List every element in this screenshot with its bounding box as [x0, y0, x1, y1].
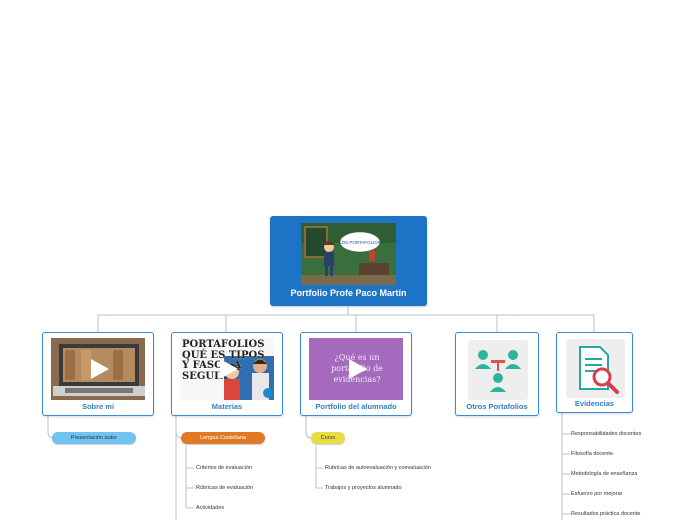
- node-sobre-mi-title: Sobre mi: [81, 402, 115, 411]
- node-portfolio-alumnado[interactable]: ¿Qué es un portafolio de evidencias? Por…: [300, 332, 412, 416]
- leaf-esfuerzo[interactable]: Esfuerzo por mejorar: [571, 491, 622, 497]
- leaf-actividades[interactable]: Actividades: [196, 505, 224, 511]
- sobre-mi-video-thumb[interactable]: [51, 338, 145, 400]
- leaf-responsabilidades[interactable]: Responsabilidades docentes: [571, 431, 641, 437]
- pill-presentacion-autor[interactable]: Presentación autor: [52, 432, 136, 444]
- node-evidencias-title: Evidencias: [574, 399, 615, 408]
- document-search-icon: [566, 339, 625, 398]
- portfolio-video-thumb[interactable]: ¿Qué es un portafolio de evidencias?: [309, 338, 403, 400]
- play-icon[interactable]: [349, 359, 367, 379]
- materias-video-thumb[interactable]: PORTAFOLIOS QUÉ ES TIPOS Y FASOS A SEGUI…: [180, 338, 274, 400]
- leaf-metodologia[interactable]: Metodología de enseñanza: [571, 471, 637, 477]
- mindmap-canvas: LOS PORTAFOLIOS Portfolio Profe Paco Mar…: [0, 0, 696, 520]
- pill-lengua-castellana[interactable]: Lengua Castellana: [181, 432, 265, 444]
- leaf-trabajos-proyectos[interactable]: Trabajos y proyectos alumnado: [325, 485, 402, 491]
- root-title: Portfolio Profe Paco Martín: [290, 288, 407, 298]
- leaf-filosofia[interactable]: Filosofía docente: [571, 451, 613, 457]
- node-evidencias[interactable]: Evidencias: [556, 332, 633, 413]
- node-materias[interactable]: PORTAFOLIOS QUÉ ES TIPOS Y FASOS A SEGUI…: [171, 332, 283, 416]
- root-illustration-text: LOS PORTAFOLIOS: [339, 240, 381, 245]
- node-sobre-mi[interactable]: Sobre mi: [42, 332, 154, 416]
- leaf-criterios[interactable]: Criterios de evaluación: [196, 465, 252, 471]
- node-otros-portafolios[interactable]: Otros Portafolios: [455, 332, 539, 416]
- people-network-icon: [468, 340, 528, 400]
- root-node[interactable]: LOS PORTAFOLIOS Portfolio Profe Paco Mar…: [270, 216, 427, 306]
- play-icon[interactable]: [91, 359, 109, 379]
- node-materias-title: Materias: [211, 402, 243, 411]
- pill-curso[interactable]: Curso: [311, 432, 345, 444]
- play-icon[interactable]: [220, 359, 238, 379]
- node-otros-portafolios-title: Otros Portafolios: [466, 402, 528, 411]
- leaf-rubricas[interactable]: Rúbricas de evaluación: [196, 485, 253, 491]
- root-illustration: LOS PORTAFOLIOS: [301, 223, 396, 285]
- leaf-rubricas-autoevaluacion[interactable]: Rubricas de autoevaluación y coevaluació…: [325, 465, 431, 471]
- node-portfolio-alumnado-title: Portfolio del alumnado: [315, 402, 397, 411]
- leaf-resultados[interactable]: Resultados práctica docente: [571, 511, 640, 517]
